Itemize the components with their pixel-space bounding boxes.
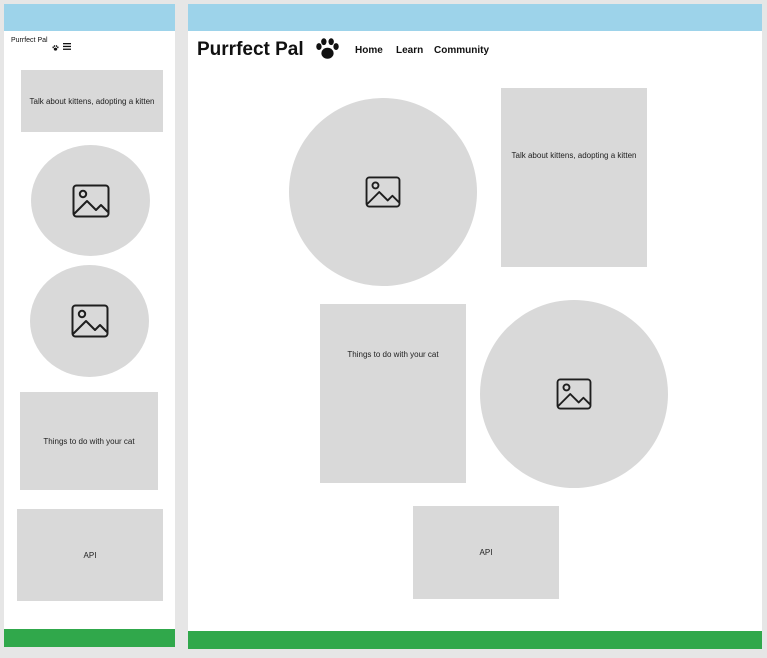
- mobile-image-circle-1[interactable]: [31, 145, 150, 256]
- desktop-card-things[interactable]: Things to do with your cat: [320, 304, 466, 483]
- desktop-image-circle-1[interactable]: [289, 98, 477, 286]
- paw-icon: [52, 38, 59, 51]
- desktop-card-api[interactable]: API: [413, 506, 559, 599]
- mobile-card-api-text: API: [83, 550, 97, 560]
- mobile-card-things-text: Things to do with your cat: [43, 436, 135, 446]
- desktop-card-api-text: API: [479, 548, 493, 557]
- hamburger-menu-icon[interactable]: [62, 37, 71, 50]
- mobile-frame: Purrfect Pal Talk about kittens, adoptin…: [4, 4, 175, 647]
- desktop-frame: Purrfect Pal Home Learn Community Talk a…: [188, 4, 762, 649]
- mobile-image-circle-2[interactable]: [30, 265, 149, 377]
- desktop-logo-text[interactable]: Purrfect Pal: [197, 39, 304, 61]
- mobile-card-kittens-text: Talk about kittens, adopting a kitten: [29, 96, 155, 106]
- nav-link-learn[interactable]: Learn: [396, 45, 423, 56]
- mobile-logo-text[interactable]: Purrfect Pal: [11, 37, 48, 44]
- image-placeholder-icon: [365, 176, 401, 208]
- mobile-card-kittens[interactable]: Talk about kittens, adopting a kitten: [21, 70, 163, 132]
- desktop-card-kittens-text: Talk about kittens, adopting a kitten: [511, 151, 637, 160]
- mobile-footer-bar: [4, 629, 175, 647]
- desktop-image-circle-2[interactable]: [480, 300, 668, 488]
- desktop-header-bar: [188, 4, 762, 31]
- image-placeholder-icon: [556, 378, 592, 410]
- nav-link-home[interactable]: Home: [355, 45, 383, 56]
- nav-link-community[interactable]: Community: [434, 45, 489, 56]
- desktop-card-things-text: Things to do with your cat: [347, 350, 439, 359]
- mobile-nav: Purrfect Pal: [11, 37, 71, 51]
- desktop-card-kittens[interactable]: Talk about kittens, adopting a kitten: [501, 88, 647, 267]
- image-placeholder-icon: [71, 304, 109, 338]
- desktop-nav: Purrfect Pal Home Learn Community: [188, 36, 762, 66]
- image-placeholder-icon: [72, 184, 110, 218]
- mobile-card-things[interactable]: Things to do with your cat: [20, 392, 158, 490]
- mobile-header-bar: [4, 4, 175, 31]
- mobile-card-api[interactable]: API: [17, 509, 163, 601]
- paw-icon: [314, 38, 341, 60]
- desktop-footer-bar: [188, 631, 762, 649]
